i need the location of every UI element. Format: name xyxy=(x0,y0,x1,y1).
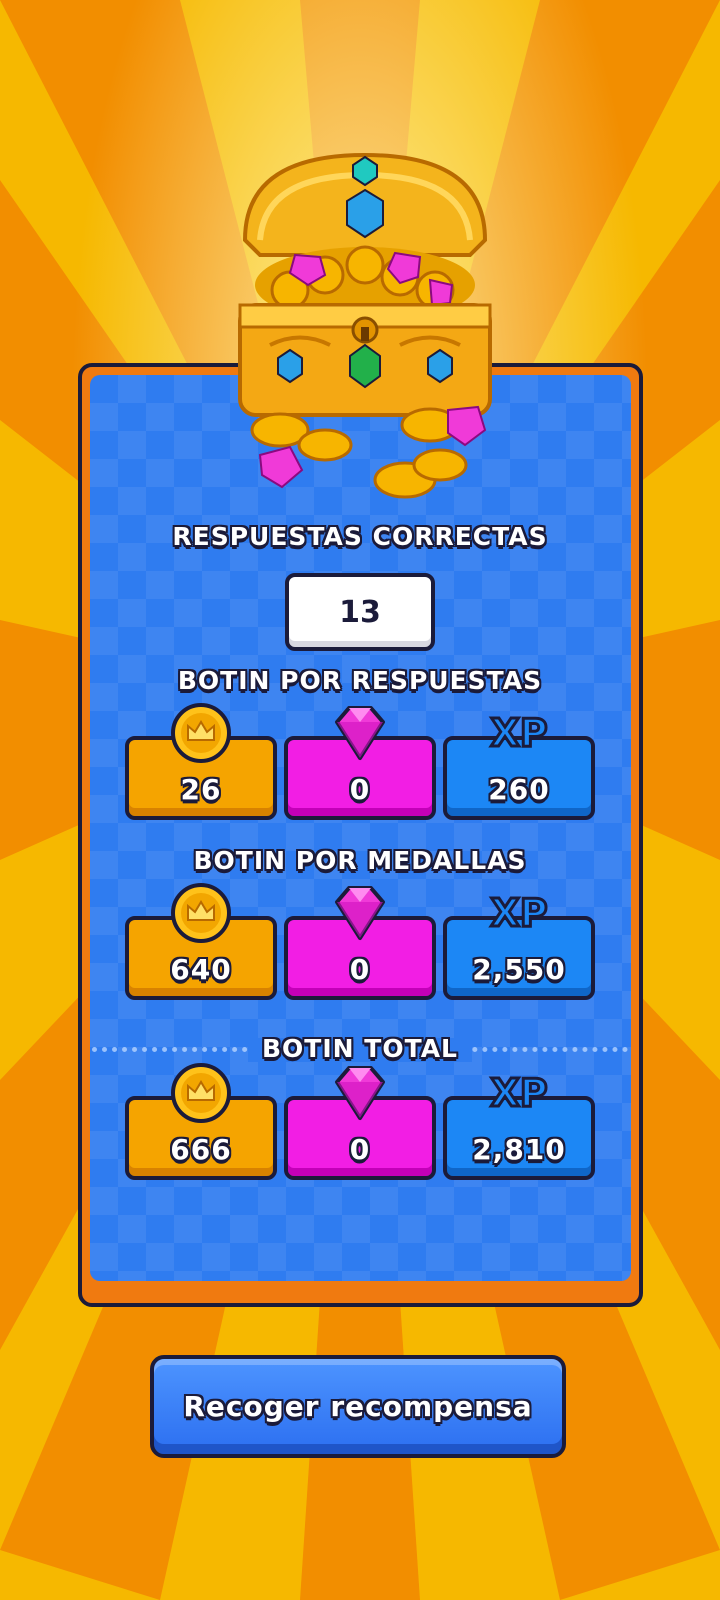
xp-reward-card: XP 2,550 xyxy=(443,880,595,1000)
crown-coin-icon xyxy=(171,1063,231,1123)
gold-reward-card: 26 xyxy=(125,700,277,820)
loot-total-row: 666 0 XP 2,810 xyxy=(125,1060,595,1180)
gold-reward-card: 666 xyxy=(125,1060,277,1180)
correct-answers-value: 13 xyxy=(285,573,435,651)
xp-icon: XP xyxy=(489,1070,549,1117)
gold-value: 640 xyxy=(170,953,232,986)
treasure-chest-icon xyxy=(238,152,492,499)
gold-value: 26 xyxy=(180,773,222,806)
loot-answers-row: 26 0 XP 260 xyxy=(125,700,595,820)
gold-value: 666 xyxy=(170,1133,232,1166)
gem-value: 0 xyxy=(349,773,371,806)
loot-medals-row: 640 0 XP 2,550 xyxy=(125,880,595,1000)
xp-reward-card: XP 2,810 xyxy=(443,1060,595,1180)
gold-reward-card: 640 xyxy=(125,880,277,1000)
loot-answers-title: BOTIN POR RESPUESTAS xyxy=(177,666,543,695)
loot-total-title: BOTIN TOTAL xyxy=(262,1034,458,1063)
crown-coin-icon xyxy=(171,883,231,943)
collect-reward-button[interactable]: Recoger recompensa xyxy=(150,1355,566,1458)
gem-reward-card: 0 xyxy=(284,1060,436,1180)
xp-reward-card: XP 260 xyxy=(443,700,595,820)
svg-text:XP: XP xyxy=(490,1071,547,1115)
pink-gem-icon xyxy=(335,1066,385,1120)
correct-answers-title: RESPUESTAS CORRECTAS xyxy=(172,522,548,551)
loot-medals-title: BOTIN POR MEDALLAS xyxy=(193,846,527,875)
pink-gem-icon xyxy=(335,886,385,940)
svg-text:XP: XP xyxy=(490,711,547,755)
pink-gem-icon xyxy=(335,706,385,760)
gem-value: 0 xyxy=(349,1133,371,1166)
svg-text:XP: XP xyxy=(490,891,547,935)
gem-reward-card: 0 xyxy=(284,700,436,820)
gem-reward-card: 0 xyxy=(284,880,436,1000)
xp-value: 260 xyxy=(488,773,550,806)
gem-value: 0 xyxy=(349,953,371,986)
xp-icon: XP xyxy=(489,710,549,757)
xp-icon: XP xyxy=(489,890,549,937)
xp-value: 2,550 xyxy=(472,953,566,986)
crown-coin-icon xyxy=(171,703,231,763)
xp-value: 2,810 xyxy=(472,1133,566,1166)
